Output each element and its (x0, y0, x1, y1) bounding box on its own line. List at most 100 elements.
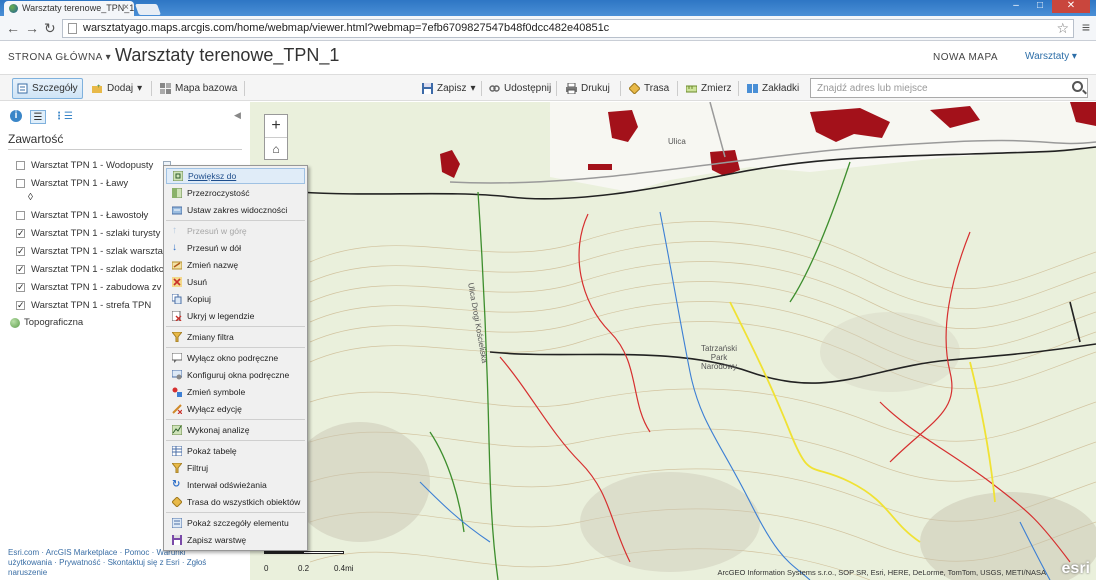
layer-item[interactable]: ✓ Warsztat TPN 1 - zabudowa zv (16, 278, 171, 296)
table-icon (172, 446, 182, 456)
measure-button[interactable]: Zmierz (682, 78, 736, 99)
close-window-icon[interactable]: ✕ (1052, 0, 1090, 13)
bookmark-star-icon[interactable]: ☆ (1056, 20, 1069, 37)
zoom-in-button[interactable]: + (265, 115, 287, 137)
topographic-map (290, 102, 1096, 580)
toolbar-divider (677, 81, 678, 96)
menu-item-move-down[interactable]: ↓ Przesuń w dół (166, 240, 305, 256)
menu-label: Pokaż szczegóły elementu (187, 518, 289, 528)
layer-label: Warsztat TPN 1 - Ławostoły (31, 209, 149, 221)
legend-list-icon[interactable]: ⋮☰ (54, 110, 73, 124)
minimize-icon[interactable]: – (1004, 0, 1028, 13)
print-button[interactable]: Drukuj (562, 78, 614, 99)
esri-logo: esri (1061, 560, 1090, 577)
layer-item[interactable]: Warsztat TPN 1 - Ławostoły (16, 206, 171, 224)
maximize-icon[interactable]: □ (1028, 0, 1052, 13)
menu-item-hide-in-legend[interactable]: Ukryj w legendzie (166, 308, 305, 324)
app-header: STRONA GŁÓWNA ▾ Warsztaty terenowe_TPN_1… (0, 42, 1096, 72)
layer-checkbox[interactable] (16, 160, 25, 170)
menu-separator (166, 419, 305, 420)
menu-item-filter[interactable]: Filtruj (166, 460, 305, 476)
collapse-panel-icon[interactable]: ◀ (234, 110, 241, 121)
layer-checkbox[interactable]: ✓ (16, 300, 25, 310)
layer-item[interactable]: ✓ Warsztat TPN 1 - szlaki turysty (16, 224, 171, 242)
menu-item-rename[interactable]: Zmień nazwę (166, 257, 305, 273)
close-tab-icon[interactable]: × (123, 2, 129, 13)
hide-legend-icon (172, 311, 182, 321)
toolbar-divider (556, 81, 557, 96)
forward-arrow-icon[interactable]: → (25, 20, 39, 36)
rename-pencil-icon (172, 261, 182, 270)
layer-checkbox[interactable]: ✓ (16, 264, 25, 274)
layer-item[interactable]: ✓ Warsztat TPN 1 - szlak dodatkc (16, 260, 171, 278)
menu-label: Konfiguruj okna podręczne (187, 370, 290, 380)
menu-item-visibility-range[interactable]: Ustaw zakres widoczności (166, 202, 305, 218)
basemap-layer-label: Topograficzna (24, 317, 84, 328)
menu-item-zoom-to[interactable]: Powiększ do (166, 168, 305, 184)
content-list-icon[interactable]: ☰ (30, 110, 46, 124)
layer-checkbox[interactable] (16, 178, 25, 188)
menu-item-refresh-interval[interactable]: ↻ Interwał odświeżania (166, 477, 305, 493)
ruler-icon (686, 85, 697, 93)
layer-checkbox[interactable]: ✓ (16, 246, 25, 256)
bookmarks-button[interactable]: Zakładki (743, 78, 803, 99)
menu-item-perform-analysis[interactable]: Wykonaj analizę (166, 422, 305, 438)
basemap-layer-item[interactable]: Topograficzna (10, 317, 83, 328)
menu-item-transparency[interactable]: Przezroczystość (166, 185, 305, 201)
search-icon[interactable] (1072, 81, 1083, 92)
layer-checkbox[interactable]: ✓ (16, 282, 25, 292)
layer-checkbox[interactable]: ✓ (16, 228, 25, 238)
menu-item-delete[interactable]: Usuń (166, 274, 305, 290)
toolbar-divider (481, 81, 482, 96)
directions-button[interactable]: Trasa (625, 78, 673, 99)
menu-item-disable-popup[interactable]: Wyłącz okno podręczne (166, 350, 305, 366)
layer-item[interactable]: Warsztat TPN 1 - Ławy (16, 174, 171, 192)
new-tab-button[interactable] (134, 4, 162, 15)
save-button[interactable]: Zapisz ▾ (418, 78, 479, 99)
share-button[interactable]: Udostępnij (485, 78, 555, 99)
basemap-button[interactable]: Mapa bazowa (156, 78, 241, 99)
menu-item-copy[interactable]: Kopiuj (166, 291, 305, 307)
menu-separator (166, 326, 305, 327)
browser-tab[interactable]: Warsztaty terenowe_TPN_1 × (4, 1, 134, 16)
layer-item[interactable]: ✓ Warsztat TPN 1 - strefa TPN (16, 296, 171, 314)
menu-separator (166, 220, 305, 221)
arcgis-favicon-icon (9, 4, 18, 13)
bookmarks-icon (747, 84, 758, 93)
refresh-icon: ↻ (172, 479, 181, 490)
add-button[interactable]: + Dodaj ▾ (88, 78, 146, 99)
menu-item-filter-changes[interactable]: Zmiany filtra (166, 329, 305, 345)
details-label: Szczegóły (32, 83, 78, 94)
menu-label: Wykonaj analizę (187, 425, 250, 435)
layer-label: Warsztat TPN 1 - szlak dodatkc (31, 263, 164, 275)
about-info-icon[interactable]: i (10, 110, 22, 122)
browser-navbar: ← → ↻ warsztatyago.maps.arcgis.com/home/… (0, 16, 1096, 41)
menu-item-route-to-all[interactable]: Trasa do wszystkich obiektów (166, 494, 305, 510)
menu-item-save-layer[interactable]: Zapisz warstwę (166, 532, 305, 548)
reload-icon[interactable]: ↻ (44, 20, 56, 37)
address-bar[interactable]: warsztatyago.maps.arcgis.com/home/webmap… (62, 19, 1074, 38)
menu-item-show-table[interactable]: Pokaż tabelę (166, 443, 305, 459)
browser-menu-icon[interactable]: ≡ (1082, 19, 1090, 35)
menu-item-disable-editing[interactable]: Wyłącz edycję (166, 401, 305, 417)
footer-links[interactable]: Esri.com · ArcGIS Marketplace · Pomoc · … (8, 548, 208, 578)
menu-label: Filtruj (187, 463, 209, 473)
layer-checkbox[interactable] (16, 210, 25, 220)
menu-item-show-details[interactable]: Pokaż szczegóły elementu (166, 515, 305, 531)
layer-item[interactable]: Warsztat TPN 1 - Wodopusty (16, 156, 172, 174)
home-extent-icon[interactable]: ⌂ (265, 137, 287, 159)
map-view[interactable]: Ulica Drogi Kościeliska Ulica Tatrzański… (250, 102, 1096, 580)
search-input[interactable]: Znajdź adres lub miejsce (810, 78, 1088, 98)
menu-item-change-symbols[interactable]: Zmień symbole (166, 384, 305, 400)
back-arrow-icon[interactable]: ← (6, 20, 20, 36)
details-button[interactable]: Szczegóły (12, 78, 83, 99)
zoom-to-icon (173, 171, 183, 181)
user-menu[interactable]: Warsztaty ▾ (1025, 51, 1077, 62)
arrow-down-icon: ↓ (172, 242, 177, 253)
home-menu[interactable]: STRONA GŁÓWNA ▾ (8, 52, 111, 63)
new-map-button[interactable]: NOWA MAPA (933, 52, 998, 63)
menu-item-configure-popup[interactable]: Konfiguruj okna podręczne (166, 367, 305, 383)
layer-item[interactable]: ✓ Warsztat TPN 1 - szlak warszta (16, 242, 171, 260)
menu-label: Interwał odświeżania (187, 480, 267, 490)
street-label: Ulica (668, 137, 686, 146)
